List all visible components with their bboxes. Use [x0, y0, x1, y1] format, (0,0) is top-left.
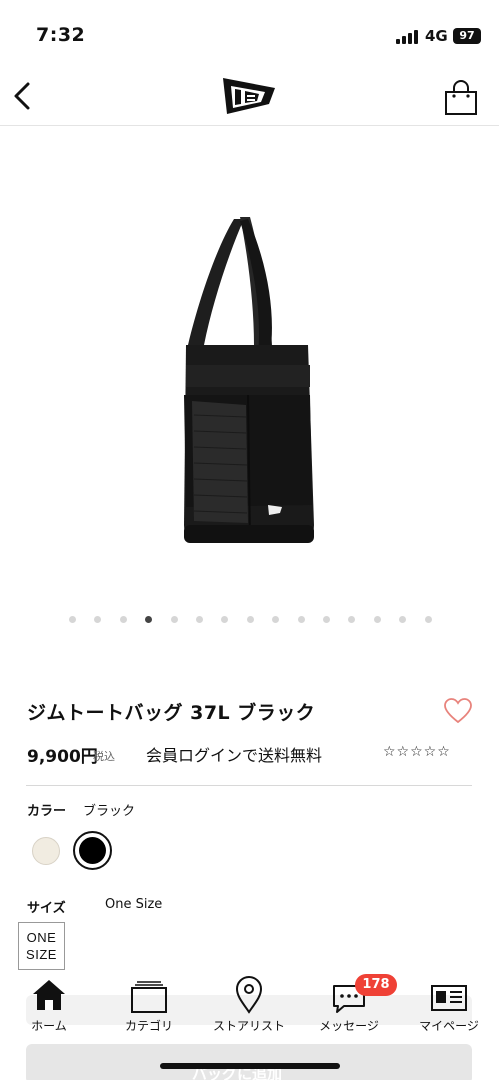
- shipping-note[interactable]: 会員ログインで送料無料: [146, 742, 322, 766]
- carousel-dot[interactable]: [272, 616, 280, 623]
- divider: [26, 785, 472, 786]
- carousel-dot[interactable]: [119, 616, 127, 623]
- home-indicator[interactable]: [160, 1063, 340, 1069]
- shopping-bag-button[interactable]: [440, 78, 482, 120]
- tab-category[interactable]: カテゴリ: [104, 970, 194, 1034]
- back-button[interactable]: [6, 76, 42, 116]
- size-option-line1: ONE: [26, 930, 57, 945]
- shopping-bag-icon: [445, 80, 477, 115]
- tab-store-list[interactable]: ストアリスト: [204, 970, 294, 1034]
- carousel-dot[interactable]: [297, 616, 305, 623]
- product-title: ジムトートバッグ 37L ブラック: [27, 702, 316, 724]
- category-icon: [131, 981, 167, 1013]
- carousel-dot[interactable]: [348, 616, 356, 623]
- heart-icon: [444, 698, 472, 724]
- carousel-dot[interactable]: [69, 616, 76, 623]
- tab-store-list-label: ストアリスト: [212, 1019, 285, 1033]
- tab-message-label: メッセージ: [319, 1019, 379, 1033]
- carousel-dot[interactable]: [246, 616, 254, 623]
- chevron-left-icon: [14, 82, 30, 110]
- favorite-button[interactable]: [443, 697, 473, 725]
- carousel-dot[interactable]: [196, 616, 203, 623]
- carousel-dot[interactable]: [373, 616, 381, 623]
- tab-home-label: ホーム: [31, 1019, 67, 1033]
- product-image[interactable]: [130, 205, 370, 565]
- location-pin-icon: [235, 976, 263, 1014]
- color-swatch-black[interactable]: [73, 831, 112, 870]
- tab-home[interactable]: ホーム: [4, 970, 94, 1034]
- brand-logo[interactable]: [221, 74, 277, 120]
- carousel-dot[interactable]: [221, 616, 229, 623]
- member-card-icon: [431, 985, 467, 1011]
- size-option-line2: SIZE: [26, 947, 57, 962]
- color-value: ブラック: [83, 804, 136, 819]
- rating-stars[interactable]: ☆☆☆☆☆: [383, 744, 451, 760]
- signal-icon: [396, 30, 420, 44]
- color-swatch-black-fill: [79, 837, 106, 864]
- status-bar: 7:32 4G 97: [0, 0, 499, 60]
- carousel-dot[interactable]: [323, 616, 330, 623]
- home-icon: [33, 980, 65, 1010]
- color-label: カラー: [27, 804, 67, 819]
- new-era-flag-icon: [223, 78, 275, 114]
- size-option-one-size[interactable]: ONE SIZE: [18, 922, 65, 970]
- bottom-tab-bar: ホーム カテゴリ ストアリスト メッセージ マイページ: [0, 970, 499, 1040]
- size-value: One Size: [105, 897, 163, 912]
- message-badge: 178: [355, 974, 397, 996]
- battery-icon: 97: [453, 28, 481, 44]
- tax-note: 税込: [93, 750, 115, 763]
- color-swatch-cream[interactable]: [32, 837, 60, 865]
- carousel-dot[interactable]: [170, 616, 178, 623]
- tab-category-label: カテゴリ: [124, 1019, 173, 1033]
- carousel-dot[interactable]: [399, 616, 407, 623]
- network-type: 4G: [425, 27, 448, 45]
- tab-mypage-label: マイページ: [419, 1019, 479, 1033]
- carousel-dot[interactable]: [145, 616, 153, 623]
- size-label: サイズ: [27, 901, 66, 916]
- carousel-dot[interactable]: [424, 616, 432, 623]
- status-time: 7:32: [36, 24, 86, 46]
- tote-bag-image: [184, 217, 314, 544]
- product-price: 9,900円: [27, 747, 98, 767]
- image-carousel-dots[interactable]: [0, 616, 499, 626]
- carousel-dot[interactable]: [94, 616, 102, 623]
- tab-mypage[interactable]: マイページ: [404, 970, 494, 1034]
